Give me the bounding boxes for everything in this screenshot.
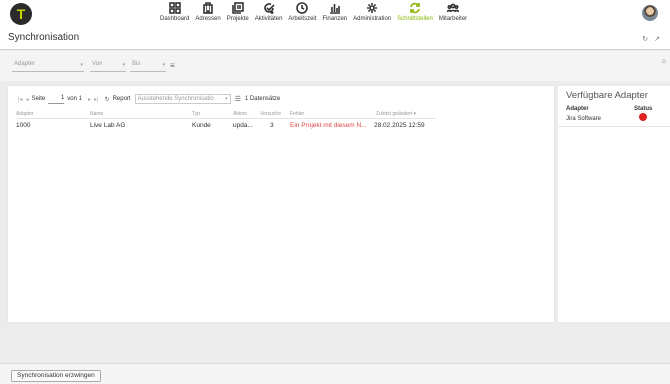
app-logo[interactable]: T	[10, 3, 32, 25]
bar-chart-icon	[329, 4, 340, 14]
user-avatar[interactable]	[642, 5, 658, 21]
home-icon[interactable]: ⌂	[662, 58, 666, 65]
clock-icon	[296, 2, 309, 14]
nav-administration[interactable]: Administration	[353, 2, 391, 22]
nav-finanzen[interactable]: Finanzen	[322, 2, 347, 22]
refresh-icon[interactable]: ↻	[105, 96, 110, 103]
col-fehler[interactable]: Fehler	[290, 111, 304, 117]
activity-icon	[263, 3, 275, 14]
page-header: Synchronisation ↻ ↗	[0, 28, 670, 50]
chevron-down-icon: ▾	[80, 62, 83, 68]
divider	[558, 126, 670, 127]
adapter-name[interactable]: Jira Software	[566, 116, 601, 122]
table-row[interactable]: 1000 Live Lab AG Kunde upda... 3 Ein Pro…	[16, 119, 436, 131]
record-count: 1 Datensätze	[244, 96, 281, 102]
main-nav: Dashboard Adressen Projekte Aktivitäten …	[160, 2, 473, 22]
col-aktion[interactable]: Aktion	[233, 111, 247, 117]
force-sync-button[interactable]: Synchronisation erzwingen	[11, 370, 101, 382]
dashboard-icon	[168, 2, 181, 14]
building-icon	[203, 2, 213, 14]
refresh-icon[interactable]: ↻	[642, 35, 648, 43]
last-page-icon[interactable]: ▸|	[94, 96, 99, 103]
people-icon	[447, 3, 459, 13]
von-date-filter[interactable]: Von ▾	[90, 61, 126, 72]
sync-icon	[410, 2, 420, 14]
page-input[interactable]: 1	[48, 95, 65, 104]
page-title: Synchronisation	[8, 32, 80, 43]
gear-icon	[367, 3, 378, 13]
sync-panel: |◂ ◂ Seite 1 von 1 ▸ ▸| ↻ Report Aussteh…	[8, 86, 554, 322]
nav-mitarbeiter[interactable]: Mitarbeiter	[439, 2, 467, 22]
filter-menu-icon[interactable]: ≡	[170, 61, 175, 70]
chevron-down-icon: ▾	[162, 62, 165, 68]
chevron-down-icon: ▾	[225, 96, 228, 102]
col-zuletzt[interactable]: Zuletzt geändert ▾	[376, 111, 416, 117]
nav-aktivitaeten[interactable]: Aktivitäten	[255, 2, 282, 22]
next-page-icon[interactable]: ▸	[88, 96, 91, 103]
projects-icon	[231, 2, 244, 14]
nav-projekte[interactable]: Projekte	[227, 2, 249, 22]
col-name[interactable]: Name	[90, 111, 103, 117]
prev-page-icon[interactable]: ◂	[26, 96, 29, 103]
report-select[interactable]: Ausstehende Synchronisatio ▾	[134, 94, 231, 104]
nav-schnittstellen[interactable]: Schnittstellen	[397, 2, 433, 22]
col-adapter[interactable]: Adapter	[16, 111, 34, 117]
col-versuche[interactable]: Versuche	[260, 111, 281, 117]
filter-bar: Adapter ▾ Von ▾ Bis ▾ ≡ ⌂	[0, 51, 670, 81]
nav-arbeitszeit[interactable]: Arbeitszeit	[288, 2, 316, 22]
expand-icon[interactable]: ↗	[654, 35, 660, 43]
pager: |◂ ◂ Seite 1 von 1 ▸ ▸| ↻ Report Aussteh…	[18, 94, 281, 104]
list-icon[interactable]: ☰	[235, 95, 241, 103]
chevron-down-icon: ▾	[122, 62, 125, 68]
adapter-panel-title: Verfügbare Adapter	[566, 90, 648, 101]
col-adapter: Adapter	[566, 106, 589, 112]
col-typ[interactable]: Typ	[192, 111, 200, 117]
grid-header: Adapter Name Typ Aktion Versuche Fehler …	[16, 110, 436, 119]
adapter-filter[interactable]: Adapter ▾	[12, 61, 84, 72]
col-status: Status	[634, 106, 653, 112]
nav-dashboard[interactable]: Dashboard	[160, 2, 189, 22]
footer-bar: Synchronisation erzwingen	[0, 363, 670, 384]
status-indicator	[639, 113, 647, 121]
bis-date-filter[interactable]: Bis ▾	[130, 61, 166, 72]
top-bar: T Dashboard Adressen Projekte Aktivitäte…	[0, 0, 670, 28]
header-actions: ↻ ↗	[642, 35, 660, 43]
first-page-icon[interactable]: |◂	[18, 96, 23, 103]
nav-adressen[interactable]: Adressen	[195, 2, 221, 22]
sync-grid: Adapter Name Typ Aktion Versuche Fehler …	[16, 110, 436, 131]
adapter-panel: Verfügbare Adapter Adapter Status Jira S…	[558, 86, 670, 322]
